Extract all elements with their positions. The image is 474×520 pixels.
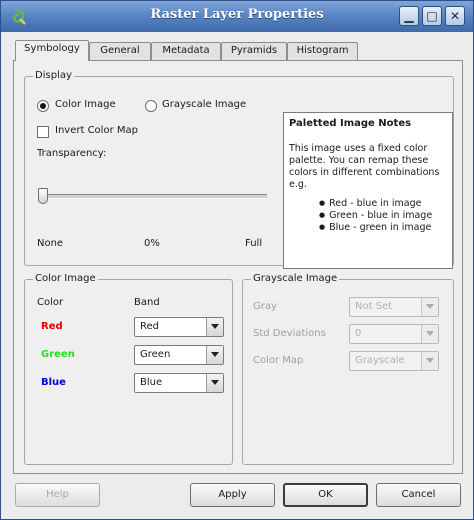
notes-list-item: Green - blue in image <box>319 210 432 222</box>
red-band-select[interactable]: Red <box>134 317 224 337</box>
std-deviations-value: 0 <box>355 328 362 339</box>
display-group-title: Display <box>33 70 74 81</box>
gray-label: Gray <box>253 301 277 312</box>
tab-symbology[interactable]: Symbology <box>15 40 89 61</box>
green-band-select[interactable]: Green <box>134 345 224 365</box>
maximize-button[interactable]: □ <box>422 6 442 26</box>
transparency-label: Transparency: <box>37 148 107 159</box>
tab-pyramids[interactable]: Pyramids <box>221 42 287 60</box>
green-band-value: Green <box>140 349 171 360</box>
color-map-value: Grayscale <box>355 355 405 366</box>
green-channel-label: Green <box>41 349 75 360</box>
invert-color-map-checkbox[interactable] <box>37 126 49 138</box>
color-image-radio-label: Color Image <box>55 99 116 110</box>
title-bar[interactable]: Raster Layer Properties ▁ □ ✕ <box>1 1 473 32</box>
chevron-down-icon[interactable] <box>421 298 438 316</box>
grayscale-image-group: Grayscale Image Gray Not Set Std Deviati… <box>242 273 454 465</box>
gray-band-select[interactable]: Not Set <box>349 297 439 317</box>
grayscale-image-group-title: Grayscale Image <box>251 273 340 284</box>
close-icon: ✕ <box>449 9 461 23</box>
transparency-slider-track[interactable] <box>39 194 267 199</box>
color-map-label: Color Map <box>253 355 304 366</box>
paletted-image-notes: Paletted Image Notes This image uses a f… <box>283 112 453 269</box>
tab-metadata[interactable]: Metadata <box>151 42 221 60</box>
chevron-down-icon[interactable] <box>421 325 438 343</box>
blue-channel-label: Blue <box>41 377 66 388</box>
notes-body: This image uses a fixed color palette. Y… <box>289 143 440 190</box>
help-button[interactable]: Help <box>15 483 100 507</box>
cancel-button[interactable]: Cancel <box>376 483 461 507</box>
chevron-down-icon[interactable] <box>421 352 438 370</box>
minimize-icon: ▁ <box>404 9 414 23</box>
close-button[interactable]: ✕ <box>445 6 465 26</box>
chevron-down-icon[interactable] <box>206 318 223 336</box>
transparency-slider-handle[interactable] <box>38 188 48 204</box>
color-map-select[interactable]: Grayscale <box>349 351 439 371</box>
blue-band-select[interactable]: Blue <box>134 373 224 393</box>
apply-button[interactable]: Apply <box>190 483 275 507</box>
color-image-group: Color Image Color Band Red Red Green Gre… <box>24 273 233 465</box>
tab-general[interactable]: General <box>89 42 151 60</box>
tab-histogram[interactable]: Histogram <box>287 42 358 60</box>
color-column-header: Color <box>37 297 64 308</box>
red-channel-label: Red <box>41 321 63 332</box>
std-deviations-select[interactable]: 0 <box>349 324 439 344</box>
ok-button[interactable]: OK <box>283 483 368 507</box>
maximize-icon: □ <box>426 9 438 23</box>
grayscale-image-radio-label: Grayscale Image <box>162 99 247 110</box>
transparency-none-label: None <box>37 238 64 249</box>
transparency-full-label: Full <box>245 238 263 249</box>
notes-list: Red - blue in image Green - blue in imag… <box>319 198 432 234</box>
red-band-value: Red <box>140 321 159 332</box>
chevron-down-icon[interactable] <box>206 374 223 392</box>
notes-title: Paletted Image Notes <box>289 118 412 129</box>
raster-layer-properties-window: Raster Layer Properties ▁ □ ✕ Symbology … <box>0 0 474 520</box>
gray-band-value: Not Set <box>355 301 393 312</box>
notes-list-item: Red - blue in image <box>319 198 432 210</box>
grayscale-image-radio[interactable] <box>145 100 157 112</box>
display-group: Display Color Image Grayscale Image Inve… <box>24 70 454 269</box>
chevron-down-icon[interactable] <box>206 346 223 364</box>
notes-list-item: Blue - green in image <box>319 222 432 234</box>
invert-color-map-label: Invert Color Map <box>55 125 138 136</box>
blue-band-value: Blue <box>140 377 163 388</box>
symbology-panel: Display Color Image Grayscale Image Inve… <box>13 60 463 474</box>
transparency-value-label: 0% <box>144 238 160 249</box>
std-deviations-label: Std Deviations <box>253 328 326 339</box>
band-column-header: Band <box>134 297 160 308</box>
minimize-button[interactable]: ▁ <box>399 6 419 26</box>
color-image-radio[interactable] <box>37 100 49 112</box>
color-image-group-title: Color Image <box>33 273 98 284</box>
